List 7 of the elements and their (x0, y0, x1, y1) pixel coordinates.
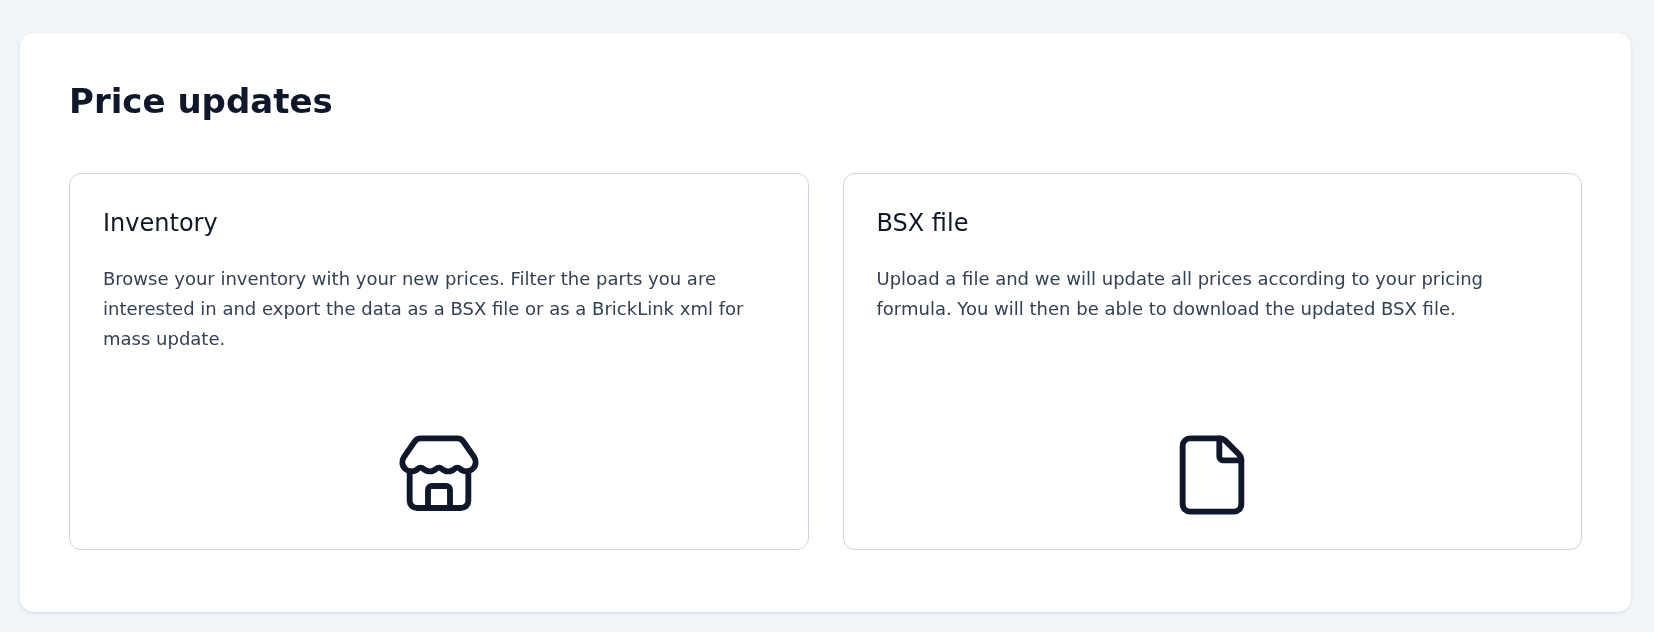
page-title: Price updates (69, 80, 334, 123)
card-title: Inventory (103, 208, 219, 238)
option-card[interactable]: BSX file Upload a file and we will update all prices according to your pricing formula. You will then be able to download the updated BSX file. (842, 173, 1582, 550)
card-description: Browse your inventory with your new prices. Filter the parts you are interested in and export the data as a BSX file or as a BrickLink xml for mass update. (103, 267, 745, 351)
card-title: BSX file (876, 208, 970, 238)
option-card[interactable]: Inventory Browse your inventory with your new prices. Filter the parts you are interested in and export the data as a BSX file or as a BrickLink xml for mass update. (69, 173, 809, 550)
card-description: Upload a file and we will update all prices according to your pricing formula. You will then be able to download the updated BSX file. (876, 267, 1484, 321)
